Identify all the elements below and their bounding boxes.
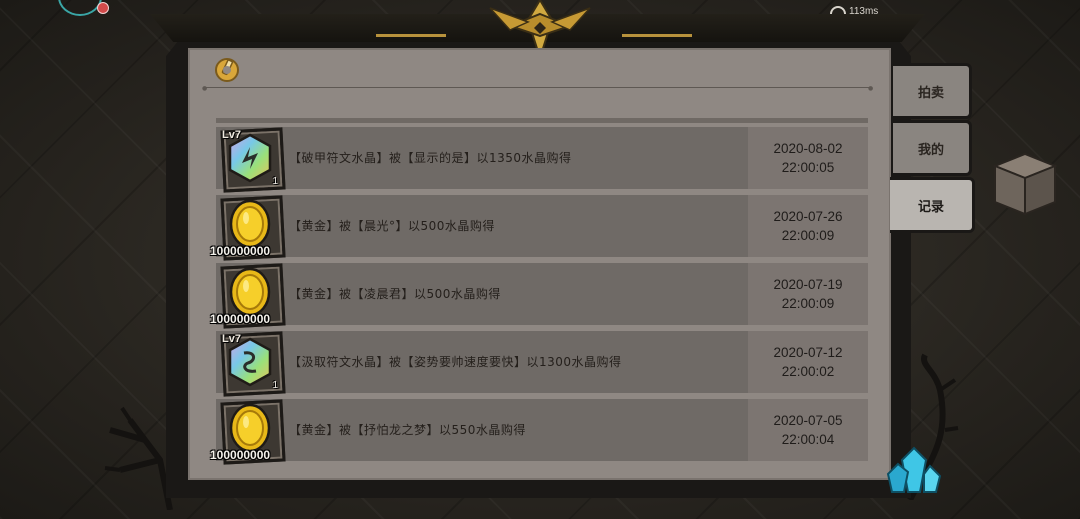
record-timestamp: 2020-08-02 22:00:05 [748,127,868,189]
record-date: 2020-07-26 [773,209,843,224]
item-slot[interactable]: Lv7 1 [216,123,286,193]
tab-records[interactable]: 记录 [890,177,975,233]
item-count: 100000000 [210,244,271,258]
record-row[interactable]: Lv7 1 【破甲符文水晶】被【显示的是】以1350水晶购得 2020-08-0… [216,127,868,193]
item-count: 100000000 [210,448,271,462]
tab-auction-label: 拍卖 [917,85,944,101]
record-date: 2020-07-19 [773,277,843,292]
tab-records-label: 记录 [917,199,944,215]
header-divider [206,87,872,88]
auction-hammer-icon [215,58,239,82]
item-level: Lv7 [222,333,241,345]
tab-mine-label: 我的 [917,142,944,158]
item-slot[interactable]: Lv7 1 [216,327,286,397]
record-time: 22:00:04 [781,432,835,447]
gold-coin-icon [229,267,271,317]
tab-auction[interactable]: 拍卖 [893,63,972,119]
record-description: 【黄金】被【抒怕龙之梦】以550水晶购得 [289,423,526,437]
gold-coin-icon [229,199,271,249]
record-time: 22:00:09 [781,228,835,243]
notification-dot [97,2,109,14]
wooden-crate [992,152,1058,216]
record-description: 【黄金】被【凌晨君】以500水晶购得 [289,287,501,301]
record-time: 22:00:02 [781,364,835,379]
record-description: 【破甲符文水晶】被【显示的是】以1350水晶购得 [289,151,572,165]
gold-coin-icon [229,403,271,453]
record-timestamp: 2020-07-26 22:00:09 [748,195,868,257]
frame-gold-accent-left [376,34,446,37]
record-row[interactable]: 100000000 【黄金】被【晨光°】以500水晶购得 2020-07-26 … [210,195,868,261]
item-slot[interactable]: 100000000 [210,259,286,329]
item-slot[interactable]: 100000000 [210,395,286,465]
record-timestamp: 2020-07-05 22:00:04 [748,399,868,461]
record-description: 【黄金】被【晨光°】以500水晶购得 [289,219,495,233]
item-slot[interactable]: 100000000 [210,191,286,261]
tab-mine[interactable]: 我的 [893,120,972,176]
list-top-border [216,118,868,123]
item-count: 1 [272,380,278,391]
record-description: 【汲取符文水晶】被【姿势要帅速度要快】以1300水晶购得 [289,355,622,369]
record-row[interactable]: Lv7 1 【汲取符文水晶】被【姿势要帅速度要快】以1300水晶购得 2020-… [216,331,868,397]
item-count: 100000000 [210,312,271,326]
record-time: 22:00:09 [781,296,835,311]
record-timestamp: 2020-07-19 22:00:09 [748,263,868,325]
item-level: Lv7 [222,129,241,141]
record-date: 2020-08-02 [773,141,843,156]
record-time: 22:00:05 [781,160,835,175]
item-count: 1 [272,176,278,187]
record-date: 2020-07-12 [773,345,843,360]
frame-gold-accent-right [622,34,692,37]
record-date: 2020-07-05 [773,413,843,428]
crystal-currency-icon[interactable] [884,446,944,496]
record-row[interactable]: 100000000 【黄金】被【抒怕龙之梦】以550水晶购得 2020-07-0… [210,399,868,465]
record-timestamp: 2020-07-12 22:00:02 [748,331,868,393]
record-row[interactable]: 100000000 【黄金】被【凌晨君】以500水晶购得 2020-07-19 … [210,263,868,329]
